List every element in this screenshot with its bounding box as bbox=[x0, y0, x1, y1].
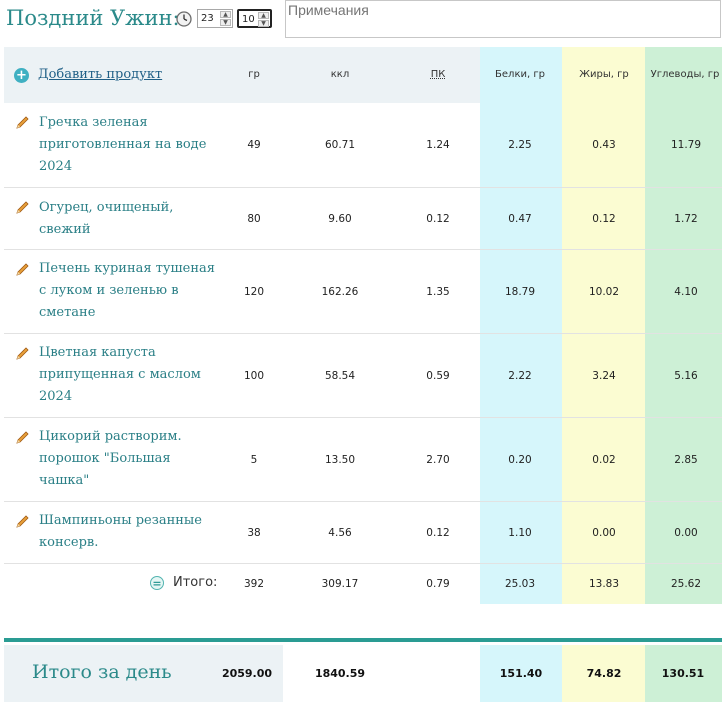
add-product-link[interactable]: Добавить продукт bbox=[38, 67, 162, 82]
day-total-grams: 2059.00 bbox=[221, 667, 273, 680]
cell-carbs: 4.10 bbox=[674, 286, 698, 298]
day-total-fat: 74.82 bbox=[586, 667, 622, 680]
header-kcal: ккл bbox=[330, 69, 350, 80]
cell-fat: 0.12 bbox=[592, 213, 616, 225]
product-name[interactable]: Цикорий растворим. порошок "Большая чашк… bbox=[39, 426, 219, 492]
table-row: Огурец, очищеный, свежий 80 9.60 0.12 0.… bbox=[4, 188, 722, 250]
table-row: Гречка зеленая приготовленная на воде 20… bbox=[4, 103, 722, 188]
cell-protein: 0.47 bbox=[508, 213, 532, 225]
minutes-value[interactable]: 10 bbox=[242, 14, 255, 25]
pencil-icon[interactable] bbox=[14, 200, 30, 216]
product-name[interactable]: Гречка зеленая приготовленная на воде 20… bbox=[39, 112, 219, 178]
cell-fat: 0.00 bbox=[592, 527, 616, 539]
cell-fat: 0.43 bbox=[592, 139, 616, 151]
table-row: Шампиньоны резанные консерв. 38 4.56 0.1… bbox=[4, 502, 722, 564]
cell-kcal: 13.50 bbox=[324, 454, 356, 466]
cell-grams: 100 bbox=[243, 370, 265, 382]
cell-kcal: 58.54 bbox=[324, 370, 356, 382]
day-total-protein: 151.40 bbox=[499, 667, 543, 680]
cell-carbs: 11.79 bbox=[670, 139, 702, 151]
cell-carbs: 0.00 bbox=[674, 527, 698, 539]
table-row: Цикорий растворим. порошок "Большая чашк… bbox=[4, 418, 722, 502]
notes-field[interactable] bbox=[285, 0, 721, 38]
table-header: + Добавить продукт гр ккл ПК Белки, гр Ж… bbox=[4, 47, 722, 103]
cell-pk: 0.12 bbox=[426, 527, 450, 539]
product-name[interactable]: Шампиньоны резанные консерв. bbox=[39, 510, 219, 554]
cell-kcal: 60.71 bbox=[324, 139, 356, 151]
cell-fat: 0.02 bbox=[592, 454, 616, 466]
total-fat: 13.83 bbox=[588, 578, 620, 590]
hours-stepper[interactable]: 23 ▲ ▼ bbox=[197, 9, 233, 28]
table-row: Печень куриная тушеная с луком и зеленью… bbox=[4, 250, 722, 334]
cell-pk: 1.35 bbox=[426, 286, 450, 298]
product-name[interactable]: Огурец, очищеный, свежий bbox=[39, 197, 219, 241]
minutes-up-arrow-icon[interactable]: ▲ bbox=[258, 12, 269, 19]
meal-total-label: Итого: bbox=[173, 575, 218, 590]
hours-up-arrow-icon[interactable]: ▲ bbox=[220, 11, 231, 18]
cell-pk: 0.12 bbox=[426, 213, 450, 225]
cell-kcal: 162.26 bbox=[321, 286, 359, 298]
cell-pk: 2.70 bbox=[426, 454, 450, 466]
day-summary-divider bbox=[4, 638, 722, 642]
day-total-carbs: 130.51 bbox=[661, 667, 705, 680]
pencil-icon[interactable] bbox=[14, 346, 30, 362]
product-name[interactable]: Цветная капуста припущенная с маслом 202… bbox=[39, 342, 219, 408]
cell-protein: 18.79 bbox=[504, 286, 536, 298]
total-protein: 25.03 bbox=[504, 578, 536, 590]
total-carbs: 25.62 bbox=[670, 578, 702, 590]
minutes-down-arrow-icon[interactable]: ▼ bbox=[258, 20, 269, 27]
total-grams: 392 bbox=[243, 578, 265, 590]
cell-kcal: 4.56 bbox=[328, 527, 352, 539]
hours-down-arrow-icon[interactable]: ▼ bbox=[220, 19, 231, 26]
cell-protein: 2.22 bbox=[508, 370, 532, 382]
cell-pk: 0.59 bbox=[426, 370, 450, 382]
cell-kcal: 9.60 bbox=[328, 213, 352, 225]
cell-grams: 5 bbox=[250, 454, 258, 466]
cell-grams: 120 bbox=[243, 286, 265, 298]
header-pk[interactable]: ПК bbox=[408, 69, 468, 80]
pencil-icon[interactable] bbox=[14, 514, 30, 530]
add-product-icon[interactable]: + bbox=[14, 68, 29, 83]
cell-grams: 49 bbox=[247, 139, 261, 151]
cell-protein: 0.20 bbox=[508, 454, 532, 466]
pencil-icon[interactable] bbox=[14, 430, 30, 446]
equals-icon: = bbox=[150, 576, 164, 590]
header-grams: гр bbox=[248, 69, 260, 80]
pencil-icon[interactable] bbox=[14, 115, 30, 131]
clock-icon bbox=[176, 11, 192, 27]
cell-fat: 10.02 bbox=[588, 286, 620, 298]
cell-pk: 1.24 bbox=[426, 139, 450, 151]
table-row: Цветная капуста припущенная с маслом 202… bbox=[4, 334, 722, 418]
total-pk: 0.79 bbox=[426, 578, 450, 590]
cell-carbs: 5.16 bbox=[674, 370, 698, 382]
cell-grams: 38 bbox=[247, 527, 261, 539]
day-total-title: Итого за день bbox=[32, 661, 172, 683]
cell-carbs: 2.85 bbox=[674, 454, 698, 466]
cell-fat: 3.24 bbox=[592, 370, 616, 382]
day-total-kcal: 1840.59 bbox=[314, 667, 366, 680]
header-protein: Белки, гр bbox=[495, 69, 545, 80]
minutes-stepper[interactable]: 10 ▲ ▼ bbox=[237, 9, 272, 28]
pencil-icon[interactable] bbox=[14, 262, 30, 278]
cell-protein: 2.25 bbox=[508, 139, 532, 151]
cell-grams: 80 bbox=[247, 213, 261, 225]
total-kcal: 309.17 bbox=[321, 578, 359, 590]
meal-title: Поздний Ужин: bbox=[6, 6, 180, 30]
hours-value[interactable]: 23 bbox=[201, 13, 214, 24]
cell-carbs: 1.72 bbox=[674, 213, 698, 225]
cell-protein: 1.10 bbox=[508, 527, 532, 539]
header-carbs: Углеводы, гр bbox=[650, 69, 720, 80]
header-fat: Жиры, гр bbox=[579, 69, 629, 80]
product-name[interactable]: Печень куриная тушеная с луком и зеленью… bbox=[39, 258, 219, 324]
